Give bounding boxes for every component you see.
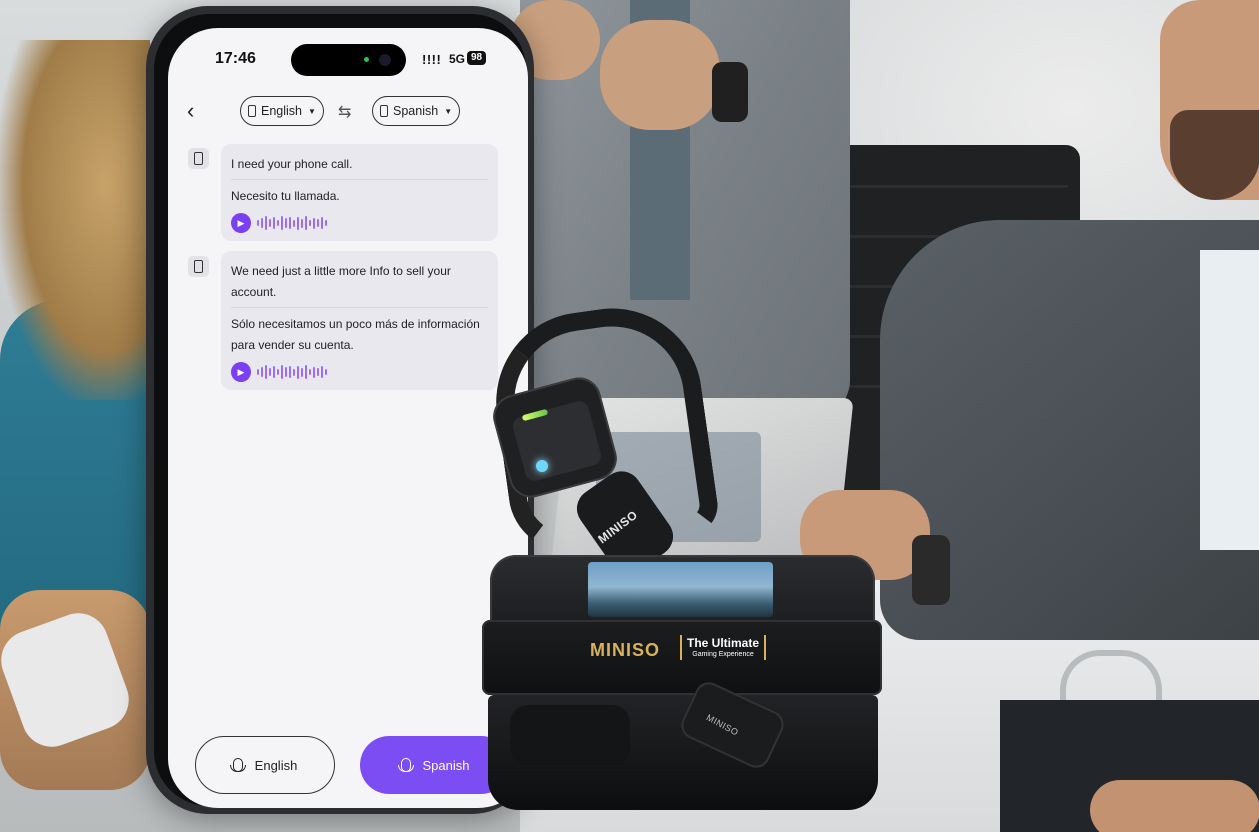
case-tagline: The Ultimate Gaming Experience — [680, 635, 767, 660]
english-speak-button[interactable]: English — [195, 736, 335, 794]
signal-icon: !!!! — [422, 52, 442, 67]
battery-level: 98 — [467, 51, 487, 65]
message-bubble: I need your phone call. Necesito tu llam… — [221, 144, 498, 241]
camera-icon — [379, 54, 391, 66]
caret-down-icon: ▼ — [444, 106, 453, 116]
light-indicator — [536, 460, 548, 472]
microphone-icon — [229, 758, 246, 772]
target-language-label: Spanish — [393, 104, 439, 118]
message-source-text: We need just a little more Info to sell … — [231, 264, 451, 299]
waveform — [257, 365, 327, 379]
language-bar: ‹ English ▼ ⇆ Spanish ▼ — [168, 94, 528, 134]
microphone-icon — [397, 758, 414, 772]
status-time: 17:46 — [215, 50, 256, 67]
phone-icon — [188, 148, 209, 169]
phone-icon — [380, 105, 388, 117]
case-display — [588, 562, 773, 617]
case-brand-logo: MINISO — [590, 640, 661, 660]
wristwatch — [712, 62, 748, 122]
audio-player: ▶ — [231, 213, 488, 233]
divider — [231, 307, 488, 308]
target-language-selector[interactable]: Spanish ▼ — [372, 96, 461, 126]
earbuds-product: MINISO MINISO The Ultimate Gaming Experi… — [470, 296, 890, 820]
source-language-selector[interactable]: English ▼ — [240, 96, 324, 126]
message-bubble: We need just a little more Info to sell … — [221, 251, 498, 390]
message-translation-text: Necesito tu llamada. — [231, 189, 340, 203]
message-translation-text: Sólo necesitamos un poco más de informac… — [231, 317, 480, 352]
network-type: 5G — [449, 52, 466, 66]
audio-player: ▶ — [231, 362, 488, 382]
play-icon[interactable]: ▶ — [231, 213, 251, 233]
play-icon[interactable]: ▶ — [231, 362, 251, 382]
dynamic-island — [291, 44, 406, 76]
caret-down-icon: ▼ — [308, 106, 316, 116]
source-language-label: English — [261, 104, 302, 118]
wristwatch — [912, 535, 950, 605]
phone-icon — [248, 105, 256, 117]
waveform — [257, 216, 327, 230]
phone-icon — [188, 256, 209, 277]
swap-icon[interactable]: ⇆ — [338, 102, 351, 122]
back-arrow-icon[interactable]: ‹ — [187, 98, 194, 124]
case-earbud — [510, 705, 630, 765]
english-button-label: English — [254, 757, 298, 773]
status-bar: 17:46 !!!! 5G 98 — [168, 28, 528, 88]
divider — [231, 179, 488, 180]
message-source-text: I need your phone call. — [231, 157, 353, 171]
spanish-button-label: Spanish — [422, 757, 470, 773]
